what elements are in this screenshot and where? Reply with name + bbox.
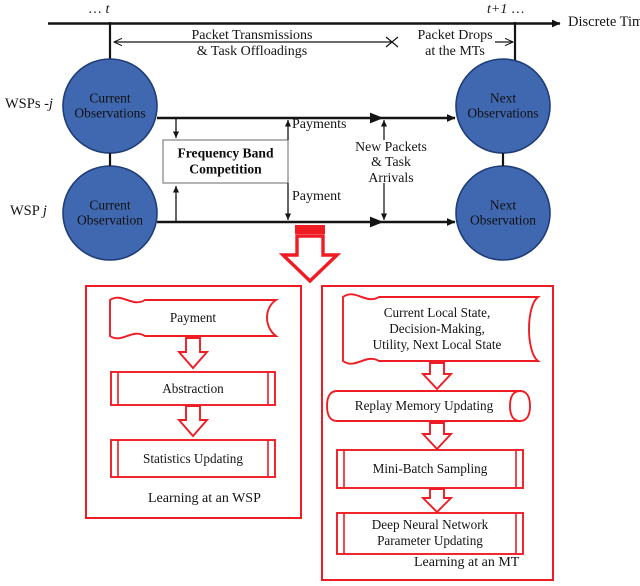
- shape-dnn-parameter-updating: [336, 512, 524, 555]
- panel-learning-mt: [321, 285, 554, 581]
- red-arrow-cap: [295, 225, 325, 234]
- timeline-axis-label: Discrete Time: [568, 14, 640, 30]
- frequency-band-competition-label: Frequency Band Competition: [177, 145, 274, 176]
- row-label-wsps-minus-j: WSPs -j: [5, 96, 53, 112]
- panel-caption-mt: Learning at an MT: [414, 555, 520, 570]
- label-packet-transmissions: Packet Transmissions & Task Offloadings: [191, 28, 313, 59]
- shape-payment: [109, 296, 280, 340]
- shape-abstraction: [110, 371, 276, 406]
- shape-statistics-updating: [110, 439, 276, 478]
- shape-replay-memory-updating: [326, 390, 531, 422]
- flow-midhead-row-2: [370, 216, 384, 228]
- timeline-tick-t-plus-1: t+1 …: [487, 2, 525, 17]
- label-payments: Payments: [292, 117, 347, 132]
- figure-canvas: … t t+1 … Discrete Time Packet Transmiss…: [0, 0, 640, 586]
- label-packet-drops: Packet Drops at the MTs: [417, 28, 493, 59]
- node-label-current-observation: Current Observation: [77, 197, 143, 228]
- diagram-vector-layer: [48, 19, 561, 581]
- red-down-arrow: [278, 225, 342, 284]
- shape-current-local-state: [342, 293, 541, 365]
- flow-midhead-row-1: [370, 112, 384, 124]
- panel-learning-wsp: [85, 285, 302, 519]
- label-new-packets-arrivals: New Packets & Task Arrivals: [355, 139, 427, 185]
- node-label-next-observation: Next Observation: [470, 197, 536, 228]
- red-arrow-body: [278, 234, 342, 284]
- panel-caption-wsp: Learning at an WSP: [148, 491, 261, 506]
- timeline-tick-t: … t: [88, 2, 110, 17]
- row-label-wsp-j: WSP j: [10, 203, 47, 219]
- node-label-next-observations: Next Observations: [467, 90, 539, 121]
- label-payment: Payment: [292, 189, 341, 204]
- node-label-current-observations: Current Observations: [74, 90, 146, 121]
- shape-mini-batch-sampling: [336, 449, 524, 489]
